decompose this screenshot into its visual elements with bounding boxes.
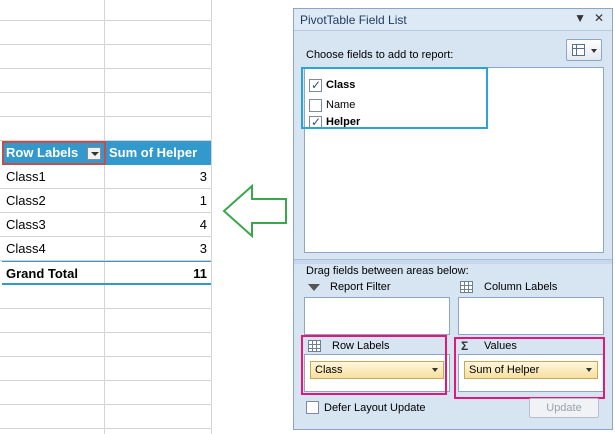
field-list-layout-button[interactable] bbox=[566, 39, 602, 61]
filter-dropdown-icon[interactable] bbox=[87, 147, 101, 160]
pane-title: PivotTable Field List bbox=[300, 13, 407, 27]
pivot-row-value: 3 bbox=[199, 169, 207, 184]
report-filter-label: Report Filter bbox=[330, 281, 391, 293]
grid-row-line bbox=[0, 332, 212, 333]
pivot-row-value: 3 bbox=[199, 241, 207, 256]
grid-row-line bbox=[0, 116, 212, 117]
spreadsheet: Row Labels Sum of Helper Class1 3 Class2… bbox=[0, 0, 290, 434]
pane-splitter[interactable] bbox=[294, 259, 612, 264]
values-highlight-box bbox=[454, 337, 605, 399]
update-button[interactable]: Update bbox=[529, 398, 599, 418]
column-labels-area[interactable] bbox=[458, 297, 604, 335]
report-filter-area[interactable] bbox=[304, 297, 450, 335]
row-labels-highlight-box bbox=[301, 335, 447, 395]
grand-total-label: Grand Total bbox=[6, 266, 78, 281]
grid-row-line bbox=[0, 20, 212, 21]
pivottable-field-list-pane: PivotTable Field List ▼ ✕ Choose fields … bbox=[293, 8, 613, 430]
pivot-row-label: Class2 bbox=[6, 193, 46, 208]
pivot-row-label: Class3 bbox=[6, 217, 46, 232]
fields-highlight-box bbox=[301, 67, 488, 129]
grid-row-line bbox=[0, 92, 212, 93]
column-labels-label: Column Labels bbox=[484, 281, 558, 293]
grid-row-line bbox=[0, 44, 212, 45]
pane-title-bar: PivotTable Field List ▼ ✕ bbox=[294, 9, 612, 31]
chevron-down-icon[interactable]: ▼ bbox=[574, 11, 586, 25]
row-labels-header-text: Row Labels bbox=[6, 145, 79, 160]
grid-row-line bbox=[0, 428, 212, 429]
grid-row-line bbox=[0, 308, 212, 309]
pivot-row[interactable]: Class2 1 bbox=[2, 189, 211, 213]
choose-fields-label: Choose fields to add to report: bbox=[306, 49, 454, 61]
grid-icon bbox=[460, 281, 473, 293]
funnel-icon bbox=[308, 284, 320, 291]
chevron-down-icon bbox=[591, 49, 597, 53]
left-arrow-icon bbox=[222, 184, 287, 238]
pivot-row-value: 1 bbox=[199, 193, 207, 208]
layout-icon bbox=[572, 44, 585, 56]
pivot-header-sum-of-helper[interactable]: Sum of Helper bbox=[106, 141, 211, 165]
grid-column-line bbox=[211, 0, 212, 434]
pivot-grand-total-row[interactable]: Grand Total 11 bbox=[2, 261, 211, 285]
pivot-header-row-labels[interactable]: Row Labels bbox=[2, 141, 106, 165]
grid-row-line bbox=[0, 68, 212, 69]
pivot-row-label: Class1 bbox=[6, 169, 46, 184]
grand-total-value: 11 bbox=[193, 266, 207, 281]
pivot-row[interactable]: Class3 4 bbox=[2, 213, 211, 237]
grid-row-line bbox=[0, 380, 212, 381]
pivot-row-label: Class4 bbox=[6, 241, 46, 256]
drag-fields-label: Drag fields between areas below: bbox=[306, 265, 469, 277]
grid-row-line bbox=[0, 404, 212, 405]
pivot-row-value: 4 bbox=[199, 217, 207, 232]
grid-row-line bbox=[0, 356, 212, 357]
close-icon[interactable]: ✕ bbox=[594, 11, 604, 25]
defer-layout-checkbox[interactable] bbox=[306, 401, 319, 414]
pivot-row[interactable]: Class4 3 bbox=[2, 237, 211, 261]
defer-layout-label: Defer Layout Update bbox=[324, 402, 426, 414]
pivot-row[interactable]: Class1 3 bbox=[2, 165, 211, 189]
